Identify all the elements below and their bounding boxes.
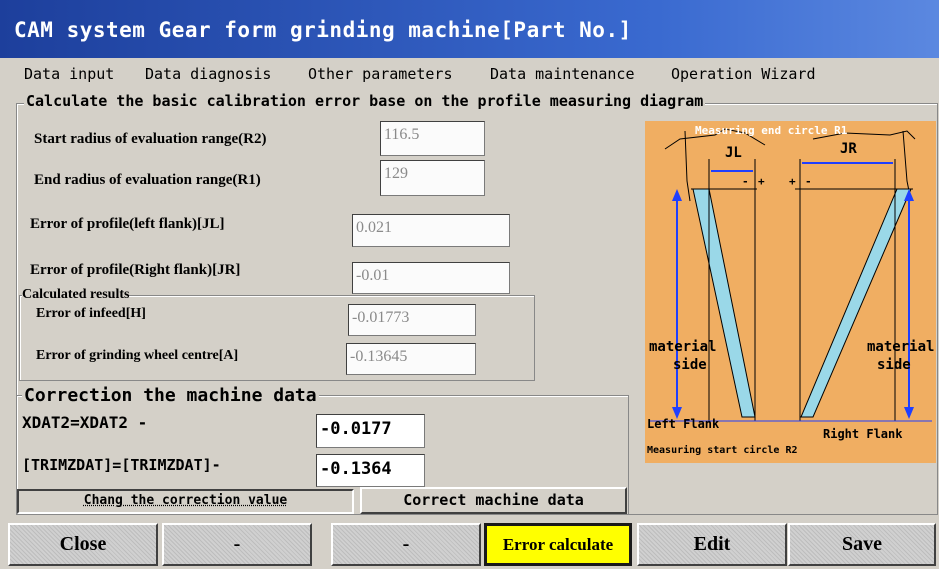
xdat-field[interactable]: -0.0177 — [316, 414, 425, 448]
window-title: CAM system Gear form grinding machine[Pa… — [14, 18, 632, 42]
trim-field[interactable]: -0.1364 — [316, 454, 425, 487]
save-button[interactable]: Save — [788, 523, 936, 566]
material-right-2: side — [877, 357, 911, 373]
jl-minus: - — [742, 175, 749, 188]
infeed-label: Error of infeed[H] — [36, 306, 146, 321]
menu-data-maintenance[interactable]: Data maintenance — [490, 65, 635, 83]
top-label: Measuring end circle R1 — [695, 124, 848, 137]
error-right-label: Error of profile(Right flank)[JR] — [30, 262, 241, 278]
title-bar: CAM system Gear form grinding machine[Pa… — [0, 0, 939, 58]
right-arrowhead-bottom — [904, 407, 914, 419]
start-radius-label: Start radius of evaluation range(R2) — [34, 131, 267, 147]
left-arrowhead-top — [672, 189, 682, 201]
end-radius-field[interactable]: 129 — [380, 160, 485, 196]
error-left-label: Error of profile(left flank)[JL] — [30, 216, 225, 232]
error-right-field[interactable]: -0.01 — [352, 262, 510, 294]
correction-title: Correction the machine data — [22, 385, 319, 406]
error-left-field[interactable]: 0.021 — [352, 214, 510, 247]
correct-machine-data-button[interactable]: Correct machine data — [360, 487, 627, 514]
error-calculate-button[interactable]: Error calculate — [484, 523, 632, 566]
material-right-1: material — [867, 339, 935, 355]
wheel-centre-field[interactable]: -0.13645 — [346, 343, 476, 375]
jr-plus: + — [789, 175, 796, 188]
left-flank-band — [692, 188, 756, 418]
menu-data-input[interactable]: Data input — [24, 65, 114, 83]
xdat-label: XDAT2=XDAT2 - — [22, 413, 148, 432]
wheel-centre-label: Error of grinding wheel centre[A] — [36, 348, 239, 363]
end-radius-label: End radius of evaluation range(R1) — [34, 172, 261, 188]
infeed-field[interactable]: -0.01773 — [348, 304, 476, 336]
blank-button-1[interactable]: - — [162, 523, 312, 566]
edit-button[interactable]: Edit — [637, 523, 787, 566]
results-title: Calculated results — [22, 287, 130, 303]
menu-other-parameters[interactable]: Other parameters — [308, 65, 453, 83]
menu-data-diagnosis[interactable]: Data diagnosis — [145, 65, 271, 83]
close-button[interactable]: Close — [8, 523, 158, 566]
jr-minus: - — [805, 175, 812, 188]
left-outline — [684, 130, 691, 202]
start-radius-field[interactable]: 116.5 — [380, 121, 485, 156]
trim-label: [TRIMZDAT]=[TRIMZDAT]- — [22, 456, 221, 474]
jr-label: JR — [840, 141, 857, 157]
diagram-graphic — [649, 128, 932, 422]
change-correction-button[interactable]: Chang the correction value — [17, 489, 354, 514]
material-left-2: side — [673, 357, 707, 373]
bottom-label: Measuring start circle R2 — [647, 445, 798, 456]
material-left-1: material — [649, 339, 717, 355]
profile-measuring-diagram: Measuring end circle R1 JL JR - + + - ma… — [645, 121, 936, 463]
blank-button-2[interactable]: - — [331, 523, 481, 566]
main-frame-title: Calculate the basic calibration error ba… — [24, 92, 706, 110]
menu-operation-wizard[interactable]: Operation Wizard — [671, 65, 816, 83]
left-flank-label: Left Flank — [647, 417, 720, 431]
jl-label: JL — [725, 145, 742, 161]
jl-plus: + — [758, 175, 765, 188]
menu-bar: Data input Data diagnosis Other paramete… — [0, 60, 939, 86]
right-flank-label: Right Flank — [823, 427, 903, 441]
